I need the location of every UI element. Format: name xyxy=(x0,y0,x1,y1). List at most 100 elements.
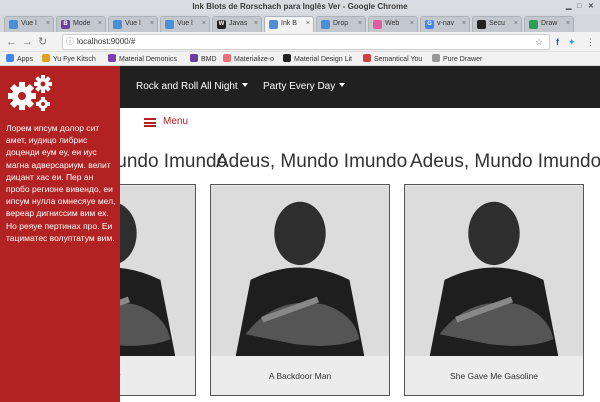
tab-favicon-icon xyxy=(9,20,18,29)
tab-favicon-icon xyxy=(269,20,278,29)
tab-close-icon[interactable]: × xyxy=(46,17,50,31)
back-arrow-icon[interactable]: ← xyxy=(6,35,17,49)
tab-label: Ink B xyxy=(281,20,297,27)
tab-label: Web xyxy=(385,20,400,27)
menu-kebab-icon[interactable]: ⋮ xyxy=(586,36,595,48)
musician-photo xyxy=(405,185,583,357)
browser-tab[interactable]: Drop × xyxy=(316,16,366,32)
page-info-icon[interactable]: ⓘ xyxy=(66,35,74,49)
bookmark-item[interactable]: Pure Drawer xyxy=(432,54,482,65)
browser-tab[interactable]: Vue l × xyxy=(160,16,210,32)
tab-label: Javas xyxy=(229,20,248,27)
bookmark-favicon-icon xyxy=(432,54,440,62)
minimize-icon[interactable]: ▁ xyxy=(566,3,571,11)
tab-close-icon[interactable]: × xyxy=(202,17,206,31)
bookmark-item[interactable]: Material Demonics xyxy=(108,54,177,65)
bookmark-favicon-icon xyxy=(283,54,291,62)
tab-favicon-icon: B xyxy=(61,20,70,29)
bookmark-label: Apps xyxy=(17,56,33,63)
tab-close-icon[interactable]: × xyxy=(566,17,570,31)
bookmark-item[interactable]: Apps xyxy=(6,54,33,65)
tab-close-icon[interactable]: × xyxy=(462,17,466,31)
musician-photo xyxy=(211,185,389,357)
menu-button[interactable]: Menu xyxy=(163,116,188,128)
twitter-icon[interactable]: ✦ xyxy=(568,36,576,48)
bookmark-item[interactable]: Semantical You xyxy=(363,54,422,65)
bookmark-label: Material Demonics xyxy=(119,56,177,63)
browser-tab[interactable]: Vue l × xyxy=(4,16,54,32)
tab-favicon-icon xyxy=(373,20,382,29)
card-title: Adeus, Mundo Imundo xyxy=(410,151,600,172)
browser-tab[interactable]: Gv-nav × xyxy=(420,16,470,32)
bookmark-star-icon[interactable]: ☆ xyxy=(535,36,543,48)
bookmark-label: Yu Fye Kitsch xyxy=(53,56,96,63)
tab-label: Drop xyxy=(333,20,349,27)
tab-label: v-nav xyxy=(437,20,455,27)
bookmark-favicon-icon xyxy=(223,54,231,62)
nav-dropdown-rock[interactable]: Rock and Roll All Night xyxy=(136,81,248,93)
tab-label: Vue l xyxy=(177,20,193,27)
bookmark-label: BMD xyxy=(201,56,217,63)
side-drawer: Лорем ипсум долор сит амет, иудицо либри… xyxy=(0,66,120,402)
close-window-icon[interactable]: ✕ xyxy=(588,3,594,11)
window-title: Ink Blots de Rorschach para Inglês Ver -… xyxy=(192,2,408,11)
card-caption: A Backdoor Man xyxy=(268,371,332,381)
tab-close-icon[interactable]: × xyxy=(150,17,154,31)
bookmarks-bar: Apps Yu Fye Kitsch Material Demonics BMD… xyxy=(0,52,600,66)
tab-close-icon[interactable]: × xyxy=(254,17,258,31)
bookmark-item[interactable]: BMD xyxy=(190,54,217,65)
nav-item-label: Rock and Roll All Night xyxy=(136,81,238,92)
bookmark-item[interactable]: Yu Fye Kitsch xyxy=(42,54,96,65)
tab-close-icon[interactable]: × xyxy=(306,17,310,31)
apps-icon xyxy=(6,54,14,62)
address-input[interactable]: ⓘ localhost:9000/# xyxy=(62,34,550,50)
tab-label: Vue l xyxy=(125,20,141,27)
album-card[interactable]: She Gave Me Gasoline xyxy=(404,184,584,396)
tab-favicon-icon xyxy=(165,20,174,29)
tab-favicon-icon: G xyxy=(425,20,434,29)
extension-icon[interactable]: f xyxy=(556,36,559,48)
tab-favicon-icon xyxy=(321,20,330,29)
caret-down-icon xyxy=(339,83,346,87)
tab-favicon-icon: W xyxy=(217,20,226,29)
bookmark-item[interactable]: Materialize-o xyxy=(223,54,274,65)
caret-down-icon xyxy=(241,83,248,87)
bookmark-favicon-icon xyxy=(190,54,198,62)
browser-tab[interactable]: B Mode × xyxy=(56,16,106,32)
bookmark-item[interactable]: Material Design Lit xyxy=(283,54,352,65)
browser-tab[interactable]: Draw × xyxy=(524,16,574,32)
maximize-icon[interactable]: □ xyxy=(577,3,581,11)
tab-close-icon[interactable]: × xyxy=(358,17,362,31)
browser-tab[interactable]: Vue l × xyxy=(108,16,158,32)
browser-tab[interactable]: Web × xyxy=(368,16,418,32)
bookmark-label: Pure Drawer xyxy=(443,56,483,63)
tab-close-icon[interactable]: × xyxy=(410,17,414,31)
album-card[interactable]: A Backdoor Man xyxy=(210,184,390,396)
browser-tab-active[interactable]: Ink B × xyxy=(264,16,314,32)
bookmark-favicon-icon xyxy=(363,54,371,62)
tab-close-icon[interactable]: × xyxy=(514,17,518,31)
address-toolbar: ← → ↻ ⓘ localhost:9000/# ☆ f ✦ ⋮ xyxy=(0,32,600,52)
drawer-text: Лорем ипсум долор сит амет, иудицо либри… xyxy=(6,123,116,243)
bookmark-label: Semantical You xyxy=(374,56,423,63)
tab-favicon-icon xyxy=(477,20,486,29)
tab-strip: Vue l × B Mode × Vue l × Vue l × W Javas × Ink … xyxy=(0,14,600,32)
bookmark-label: Materialize-o xyxy=(234,56,275,63)
hamburger-icon[interactable] xyxy=(144,118,156,127)
bookmark-favicon-icon xyxy=(108,54,116,62)
reload-icon[interactable]: ↻ xyxy=(38,35,47,49)
forward-arrow-icon[interactable]: → xyxy=(22,35,33,49)
tab-close-icon[interactable]: × xyxy=(98,17,102,31)
gears-icon xyxy=(8,75,52,111)
nav-item-label: Party Every Day xyxy=(263,81,336,92)
url-text: localhost:9000/# xyxy=(77,37,136,46)
browser-tab[interactable]: Secu × xyxy=(472,16,522,32)
bookmark-label: Material Design Lit xyxy=(294,56,352,63)
nav-dropdown-party[interactable]: Party Every Day xyxy=(263,81,346,93)
card-title: Adeus, Mundo Imundo xyxy=(216,151,408,172)
browser-tab[interactable]: W Javas × xyxy=(212,16,262,32)
tab-label: Mode xyxy=(73,20,91,27)
bookmark-favicon-icon xyxy=(42,54,50,62)
browser-window: Ink Blots de Rorschach para Inglês Ver -… xyxy=(0,0,600,402)
tab-favicon-icon xyxy=(113,20,122,29)
